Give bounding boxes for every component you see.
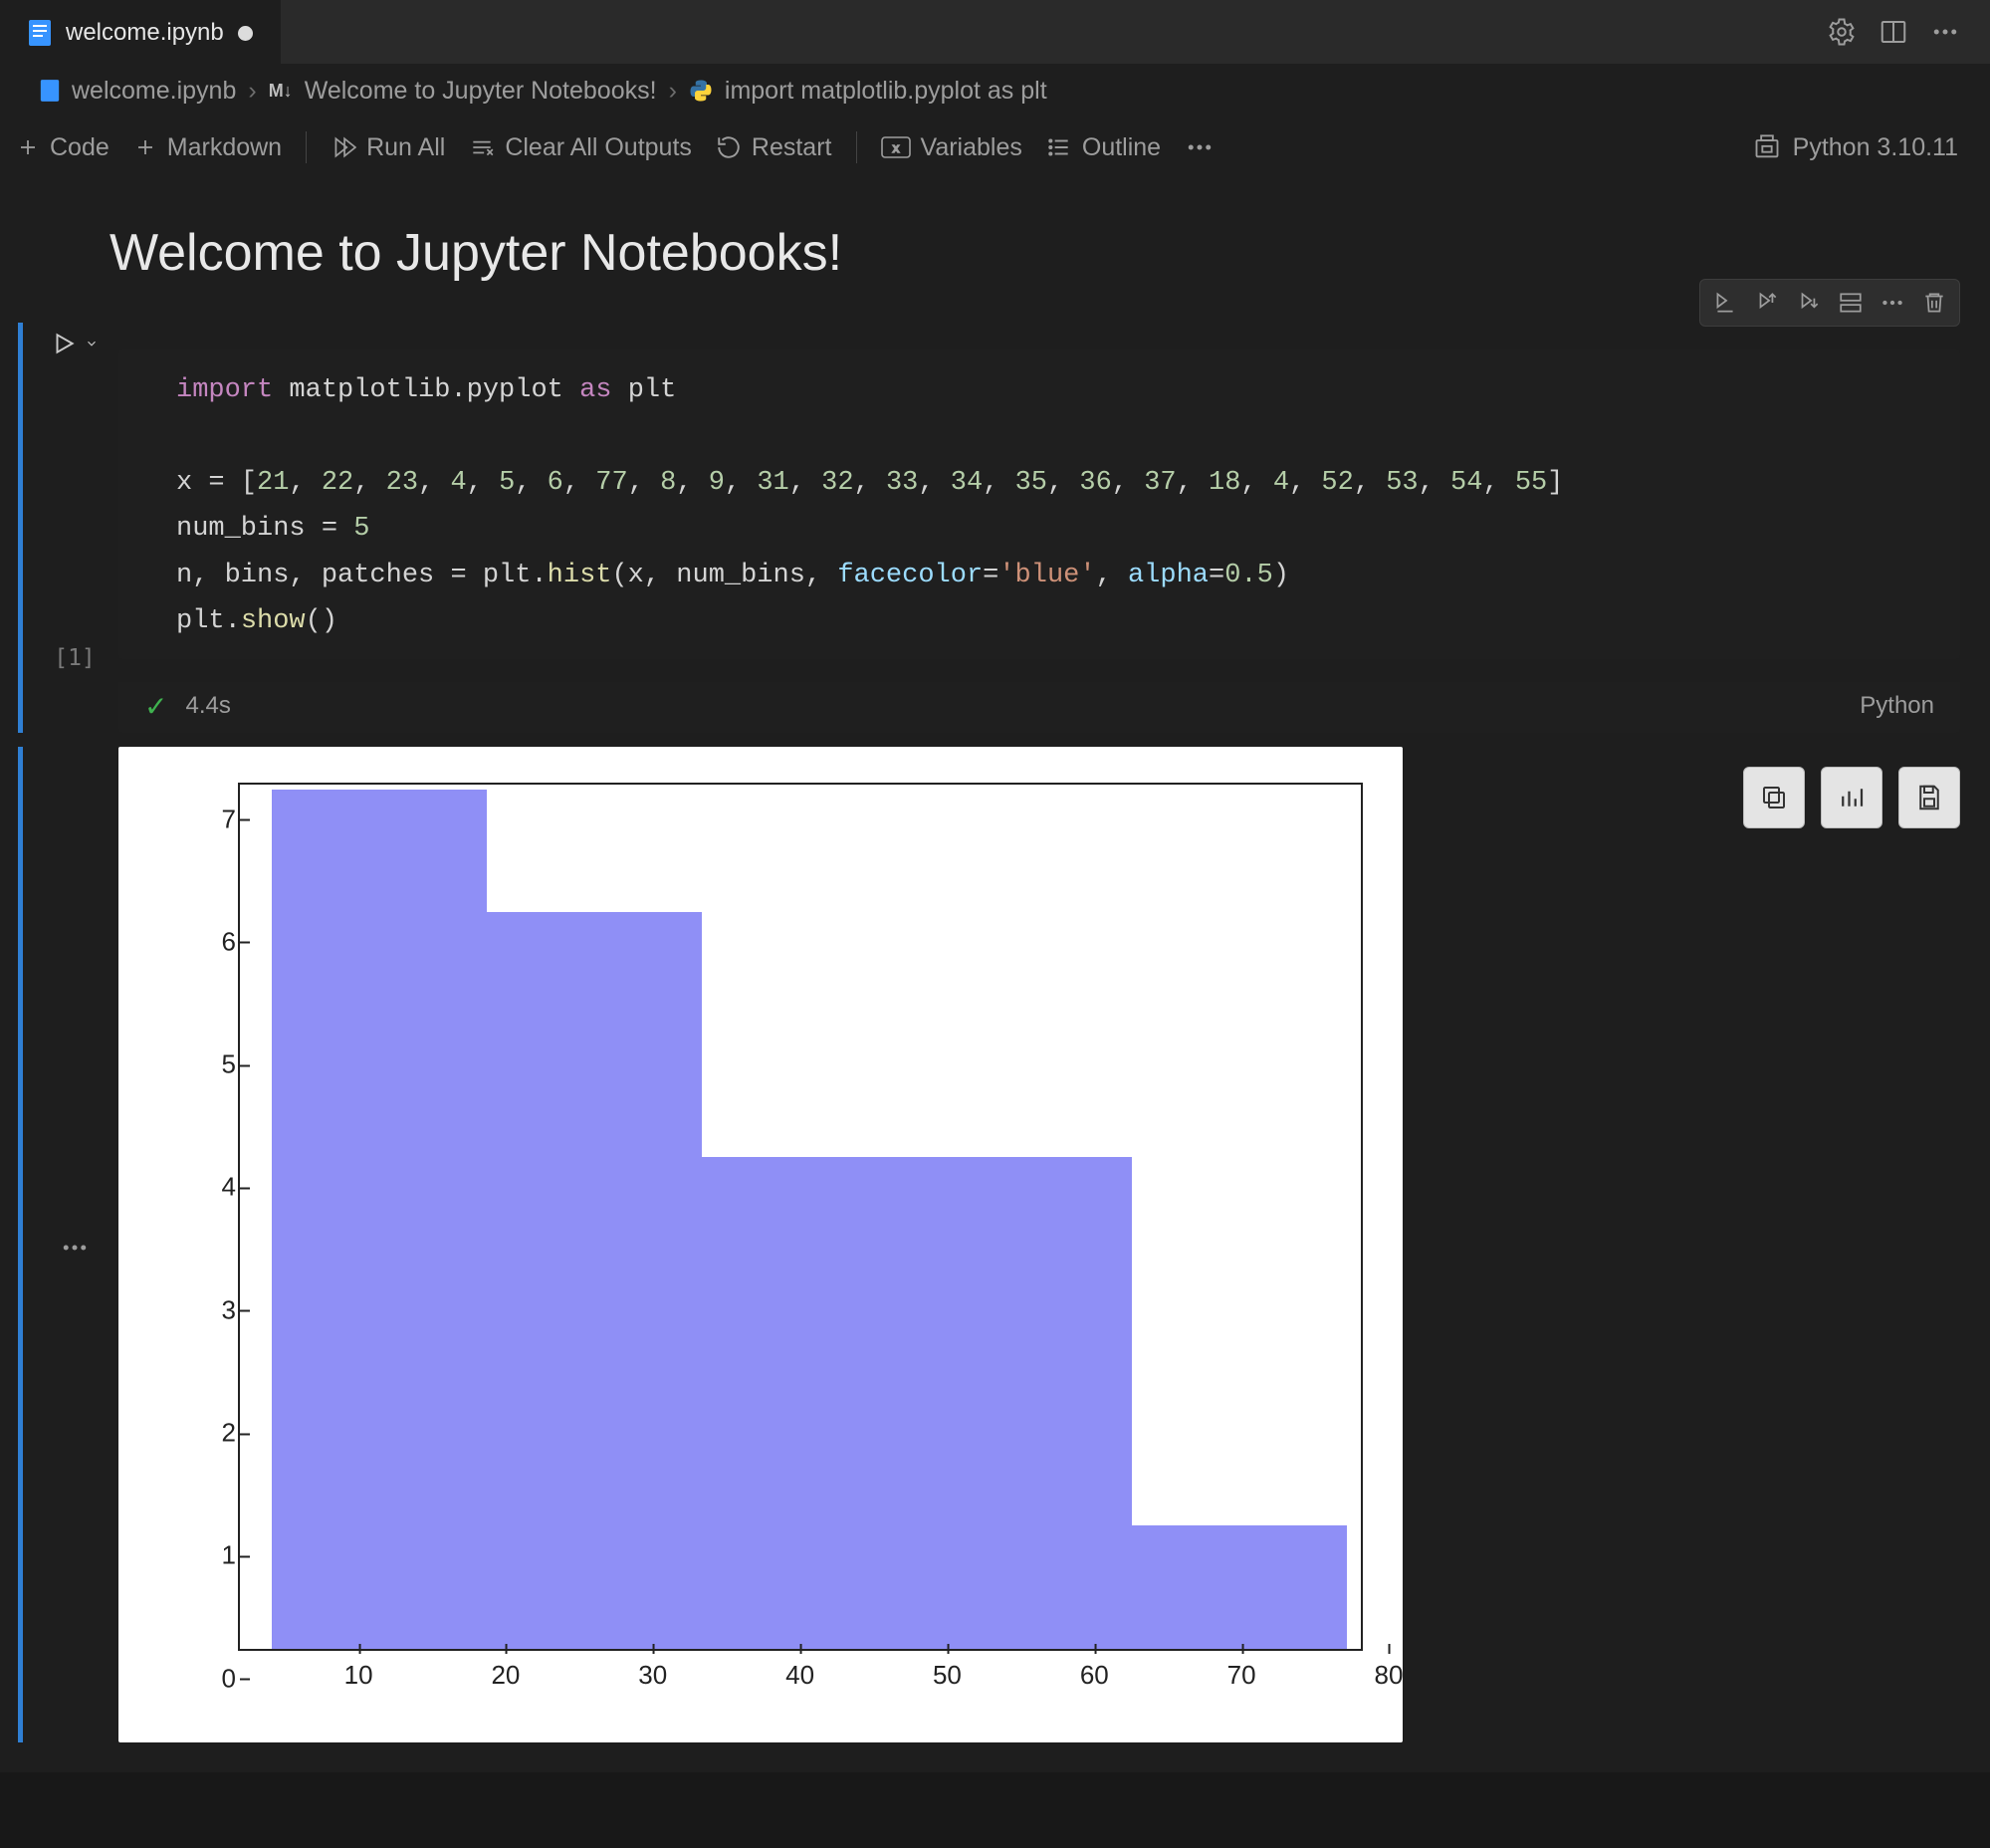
code-editor[interactable]: import matplotlib.pyplot as plt x = [21,… bbox=[118, 349, 1960, 659]
chevron-right-icon: › bbox=[669, 77, 677, 106]
x-tick-label: 40 bbox=[785, 1660, 814, 1691]
y-tick-label: 2 bbox=[192, 1418, 236, 1449]
plot-output: 0 1 2 3 4 5 6 7 10 20 30 40 50 60 70 80 bbox=[118, 747, 1403, 1742]
x-tick-label: 80 bbox=[1375, 1660, 1404, 1691]
output-gutter bbox=[31, 747, 118, 1742]
run-all-button[interactable]: Run All bbox=[331, 133, 445, 162]
x-tick-label: 20 bbox=[491, 1660, 520, 1691]
variables-button[interactable]: x Variables bbox=[881, 133, 1022, 162]
output-more-icon[interactable] bbox=[60, 753, 90, 1742]
cell-gutter: [1] bbox=[31, 323, 118, 733]
cell-toolbar bbox=[1699, 279, 1960, 327]
copy-output-icon[interactable] bbox=[1743, 767, 1805, 828]
notebook-toolbar: Code Markdown Run All Clear All Outputs … bbox=[0, 117, 1990, 177]
execution-duration: 4.4s bbox=[185, 692, 230, 720]
execution-count: [1] bbox=[54, 645, 96, 671]
x-tick-label: 60 bbox=[1080, 1660, 1109, 1691]
restart-kernel-button[interactable]: Restart bbox=[716, 133, 832, 162]
more-icon[interactable] bbox=[1930, 17, 1960, 47]
notebook-body: Welcome to Jupyter Notebooks! [1] import… bbox=[0, 177, 1990, 1772]
clear-outputs-button[interactable]: Clear All Outputs bbox=[469, 133, 692, 162]
kernel-picker[interactable]: Python 3.10.11 bbox=[1753, 133, 1958, 162]
notebook-icon bbox=[40, 79, 60, 103]
x-tick-label: 30 bbox=[638, 1660, 667, 1691]
gear-icon[interactable] bbox=[1827, 17, 1857, 47]
cell-output: 0 1 2 3 4 5 6 7 10 20 30 40 50 60 70 80 bbox=[0, 747, 1990, 1772]
delete-cell-icon[interactable] bbox=[1915, 284, 1953, 322]
y-tick-label: 6 bbox=[192, 926, 236, 957]
y-tick-label: 7 bbox=[192, 804, 236, 834]
markdown-cell-title[interactable]: Welcome to Jupyter Notebooks! bbox=[0, 177, 1990, 323]
chevron-right-icon: › bbox=[248, 77, 256, 106]
toolbar-label: Markdown bbox=[167, 133, 282, 162]
cell-status-bar: ✓ 4.4s Python bbox=[118, 682, 1960, 733]
x-tick-label: 50 bbox=[933, 1660, 962, 1691]
editor-tabbar: welcome.ipynb bbox=[0, 0, 1990, 64]
toolbar-separator bbox=[306, 131, 307, 163]
cell-more-icon[interactable] bbox=[1874, 284, 1911, 322]
breadcrumb-file[interactable]: welcome.ipynb bbox=[72, 77, 236, 106]
breadcrumb-section[interactable]: Welcome to Jupyter Notebooks! bbox=[305, 77, 657, 106]
tab-title: welcome.ipynb bbox=[66, 19, 224, 47]
cell-focus-indicator bbox=[18, 747, 23, 1742]
toolbar-label: Code bbox=[50, 133, 110, 162]
y-tick-label: 4 bbox=[192, 1172, 236, 1203]
toolbar-overflow-icon[interactable] bbox=[1185, 132, 1215, 162]
execute-above-icon[interactable] bbox=[1748, 284, 1786, 322]
toolbar-label: Restart bbox=[752, 133, 832, 162]
split-editor-icon[interactable] bbox=[1879, 17, 1908, 47]
outline-button[interactable]: Outline bbox=[1046, 133, 1161, 162]
kernel-label: Python 3.10.11 bbox=[1793, 133, 1958, 162]
run-cell-button[interactable] bbox=[51, 331, 99, 356]
histogram-bar bbox=[917, 1157, 1132, 1648]
histogram-bar bbox=[1132, 1525, 1347, 1648]
code-cell: [1] import matplotlib.pyplot as plt x = … bbox=[0, 323, 1990, 733]
markdown-badge-icon: M↓ bbox=[269, 81, 293, 102]
toolbar-label: Clear All Outputs bbox=[505, 133, 692, 162]
split-cell-icon[interactable] bbox=[1832, 284, 1870, 322]
toolbar-separator bbox=[856, 131, 857, 163]
x-tick-label: 10 bbox=[344, 1660, 373, 1691]
expand-image-icon[interactable] bbox=[1821, 767, 1882, 828]
add-markdown-cell-button[interactable]: Markdown bbox=[133, 133, 282, 162]
toolbar-label: Outline bbox=[1082, 133, 1161, 162]
breadcrumb-symbol[interactable]: import matplotlib.pyplot as plt bbox=[725, 77, 1047, 106]
svg-text:x: x bbox=[892, 141, 899, 155]
histogram-bar bbox=[272, 790, 487, 1649]
y-tick-label: 1 bbox=[192, 1540, 236, 1571]
cell-focus-indicator bbox=[18, 323, 23, 733]
cell-language-label[interactable]: Python bbox=[1860, 692, 1934, 720]
x-tick-label: 70 bbox=[1227, 1660, 1256, 1691]
execute-below-icon[interactable] bbox=[1790, 284, 1828, 322]
python-icon bbox=[689, 79, 713, 103]
editor-tab-active[interactable]: welcome.ipynb bbox=[0, 0, 281, 64]
notebook-icon bbox=[28, 19, 52, 47]
toolbar-label: Variables bbox=[921, 133, 1022, 162]
toolbar-label: Run All bbox=[366, 133, 445, 162]
histogram-bar bbox=[487, 912, 702, 1649]
output-action-bar bbox=[1743, 767, 1960, 828]
save-output-icon[interactable] bbox=[1898, 767, 1960, 828]
y-tick-label: 0 bbox=[192, 1663, 236, 1694]
run-by-line-icon[interactable] bbox=[1706, 284, 1744, 322]
y-tick-label: 3 bbox=[192, 1294, 236, 1325]
editor-title-actions bbox=[1827, 17, 1990, 47]
unsaved-indicator-icon bbox=[238, 26, 253, 41]
y-tick-label: 5 bbox=[192, 1049, 236, 1080]
success-check-icon: ✓ bbox=[144, 690, 167, 723]
breadcrumb: welcome.ipynb › M↓ Welcome to Jupyter No… bbox=[0, 64, 1990, 117]
histogram-bar bbox=[702, 1157, 917, 1648]
add-code-cell-button[interactable]: Code bbox=[16, 133, 110, 162]
